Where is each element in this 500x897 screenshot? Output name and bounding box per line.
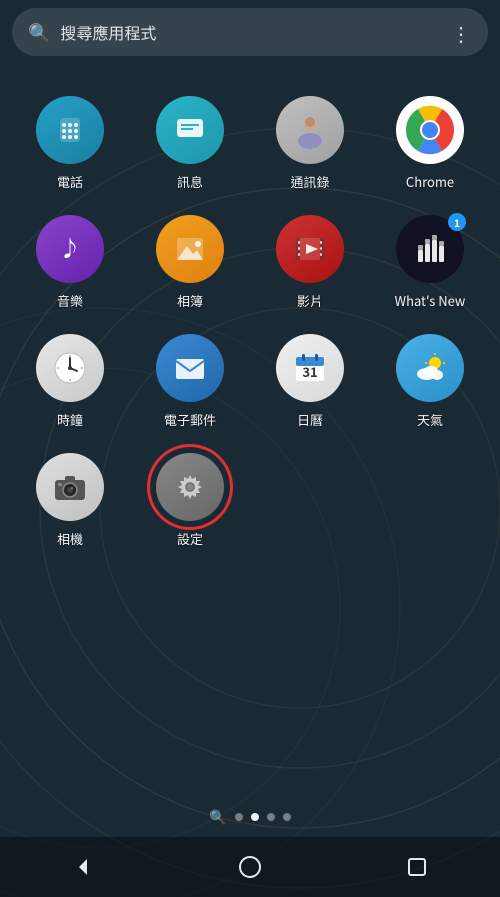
phone-icon <box>51 111 89 149</box>
app-music-label: 音樂 <box>57 291 83 310</box>
page-dot-0[interactable] <box>235 813 243 821</box>
recent-icon <box>405 855 429 879</box>
search-placeholder: 搜尋應用程式 <box>60 20 451 44</box>
app-chrome[interactable]: Chrome <box>370 84 490 203</box>
svg-text:31: 31 <box>302 362 317 381</box>
email-icon <box>171 349 209 387</box>
app-contacts[interactable]: 通訊錄 <box>250 84 370 203</box>
pagination: 🔍 <box>0 807 500 827</box>
app-message[interactable]: 訊息 <box>130 84 250 203</box>
camera-icon <box>51 468 89 506</box>
app-video[interactable]: 影片 <box>250 203 370 322</box>
app-email[interactable]: 電子郵件 <box>130 322 250 441</box>
app-calendar-label: 日曆 <box>297 410 323 429</box>
recent-button[interactable] <box>397 847 437 887</box>
more-options-icon[interactable]: ⋮ <box>451 18 472 47</box>
app-weather[interactable]: 天氣 <box>370 322 490 441</box>
app-camera-label: 相機 <box>57 529 83 548</box>
search-bar[interactable]: 🔍 搜尋應用程式 ⋮ <box>12 8 488 56</box>
app-camera[interactable]: 相機 <box>10 441 130 560</box>
app-video-label: 影片 <box>297 291 323 310</box>
app-gallery[interactable]: 相簿 <box>130 203 250 322</box>
home-button[interactable] <box>230 847 270 887</box>
home-icon <box>238 855 262 879</box>
page-dot-1[interactable] <box>251 813 259 821</box>
app-phone[interactable]: 電話 <box>10 84 130 203</box>
app-weather-label: 天氣 <box>417 410 443 429</box>
settings-icon <box>171 468 209 506</box>
app-music[interactable]: ♪ 音樂 <box>10 203 130 322</box>
app-calendar[interactable]: 31 日曆 <box>250 322 370 441</box>
clock-icon <box>51 349 89 387</box>
search-icon: 🔍 <box>28 19 50 45</box>
app-contacts-label: 通訊錄 <box>290 172 329 191</box>
app-email-label: 電子郵件 <box>164 410 216 429</box>
page-dot-3[interactable] <box>283 813 291 821</box>
app-clock-label: 時鐘 <box>57 410 83 429</box>
page-search-icon[interactable]: 🔍 <box>209 807 226 827</box>
notification-badge: 1 <box>448 213 466 231</box>
app-settings-label: 設定 <box>177 529 203 548</box>
app-chrome-label: Chrome <box>406 172 454 191</box>
app-clock[interactable]: 時鐘 <box>10 322 130 441</box>
whatsnew-icon <box>411 230 449 268</box>
app-phone-label: 電話 <box>57 172 83 191</box>
app-grid: 電話 訊息 通訊錄 <box>0 64 500 580</box>
app-settings[interactable]: 設定 <box>130 441 250 560</box>
message-icon <box>171 111 209 149</box>
back-icon <box>71 855 95 879</box>
app-message-label: 訊息 <box>177 172 203 191</box>
app-whatsnew[interactable]: 1 What's New <box>370 203 490 322</box>
calendar-icon: 31 <box>291 349 329 387</box>
nav-bar <box>0 837 500 897</box>
contacts-icon <box>291 111 329 149</box>
back-button[interactable] <box>63 847 103 887</box>
chrome-icon <box>396 96 464 164</box>
svg-text:♪: ♪ <box>59 231 81 263</box>
gallery-icon <box>171 230 209 268</box>
music-icon: ♪ <box>51 230 89 268</box>
video-icon <box>291 230 329 268</box>
weather-icon <box>411 349 449 387</box>
app-whatsnew-label: What's New <box>395 291 466 310</box>
app-gallery-label: 相簿 <box>177 291 203 310</box>
page-dot-2[interactable] <box>267 813 275 821</box>
